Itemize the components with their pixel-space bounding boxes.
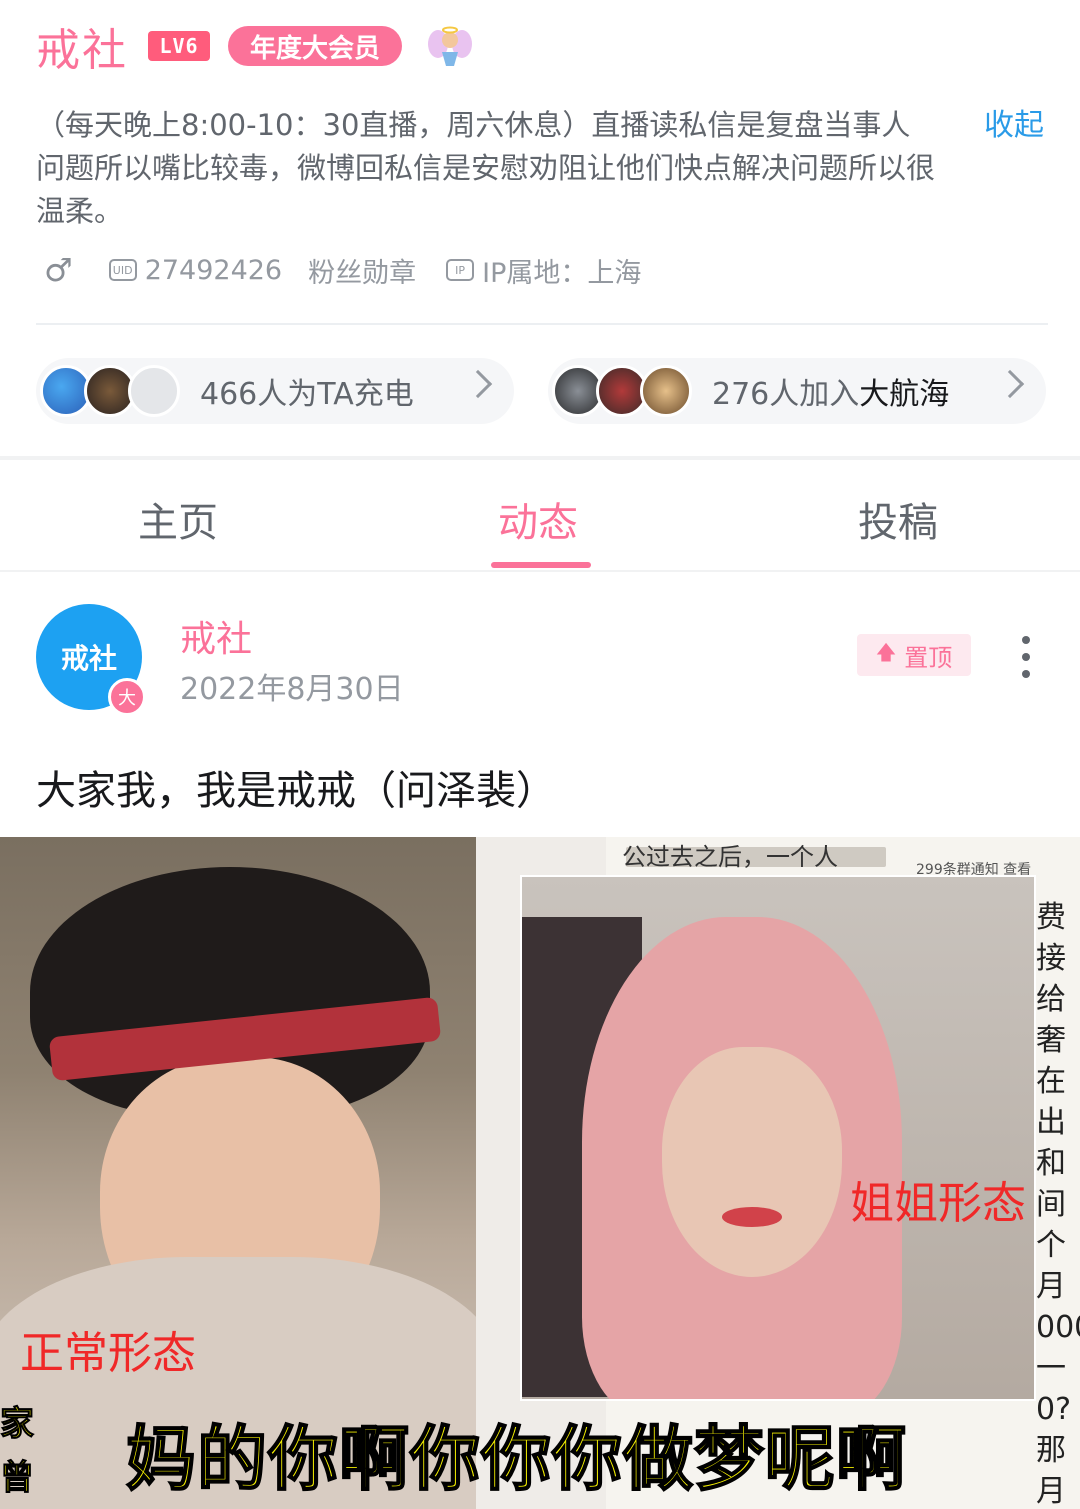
pin-arrow-icon: 🡅 [875, 640, 897, 664]
ip-icon: IP [446, 259, 475, 281]
divider [36, 323, 1048, 325]
charge-avatars [40, 365, 180, 417]
vip-badge[interactable]: 年度大会员 [228, 26, 403, 66]
charge-count: 466人为TA充电 [200, 377, 414, 412]
background-text: 公过去之后，一个人 [622, 843, 838, 871]
username: 戒社 [36, 25, 128, 76]
background-column-text: 费 接 给 奢 在 出 和 间 个月 000 一 0?那 月 贷 [1036, 900, 1080, 1509]
guard-members-button[interactable]: 276人加入大航海 [548, 358, 1046, 424]
post-text: 大家我，我是戒戒（问泽裴） [36, 768, 556, 814]
active-tab-indicator [491, 562, 591, 568]
more-options-icon[interactable] [1014, 636, 1038, 678]
tab-home[interactable]: 主页 [138, 490, 218, 548]
vip-avatar-badge: 大 [108, 678, 146, 716]
uid-icon: UID [108, 259, 137, 281]
chevron-right-icon [463, 369, 493, 399]
divider [0, 570, 1080, 572]
angel-pendant-icon [428, 26, 473, 66]
tab-dynamics[interactable]: 动态 [498, 490, 578, 548]
profile-tabs: 主页 动态 投稿 [0, 460, 1080, 570]
charge-supporters-button[interactable]: 466人为TA充电 [36, 358, 514, 424]
side-subtitle-chars: 家 曾 [0, 1404, 35, 1499]
collapse-signature-button[interactable]: 收起 [984, 104, 1044, 147]
caption-sister-form: 姐姐形态 [850, 1178, 1026, 1229]
post-date: 2022年8月30日 [180, 672, 404, 707]
male-gender-icon: ♂ [44, 251, 73, 289]
avatar [640, 365, 692, 417]
tab-uploads[interactable]: 投稿 [858, 490, 938, 548]
level-badge: LV6 [148, 31, 210, 61]
profile-name-row: 戒社 LV6 年度大会员 [36, 18, 474, 76]
guard-count: 276人加入大航海 [712, 377, 950, 412]
profile-meta-row: ♂ UID 27492426 粉丝勋章 IP IP属地：上海 [44, 251, 642, 290]
right-video-frame [520, 875, 1036, 1401]
post-image[interactable]: 公过去之后，一个人 299条群通知 查看 费 接 给 奢 在 出 和 间 个月 … [0, 837, 1080, 1509]
pinned-label: 置顶 [904, 643, 953, 672]
profile-signature: （每天晚上8:00-10：30直播，周六休息）直播读私信是复盘当事人问题所以嘴比… [36, 108, 936, 228]
fan-medal-link[interactable]: 粉丝勋章 [308, 251, 416, 290]
caption-normal-form: 正常形态 [20, 1328, 196, 1379]
video-subtitle: 妈的你啊你你你做梦呢啊 [125, 1417, 907, 1501]
post-author-name[interactable]: 戒社 [180, 610, 252, 662]
uid-value[interactable]: 27492426 [145, 255, 282, 286]
chevron-right-icon [995, 369, 1025, 399]
guard-avatars [552, 365, 692, 417]
ip-location: IP属地：上海 [482, 257, 642, 289]
avatar [128, 365, 180, 417]
pinned-badge: 🡅 置顶 [857, 634, 971, 676]
